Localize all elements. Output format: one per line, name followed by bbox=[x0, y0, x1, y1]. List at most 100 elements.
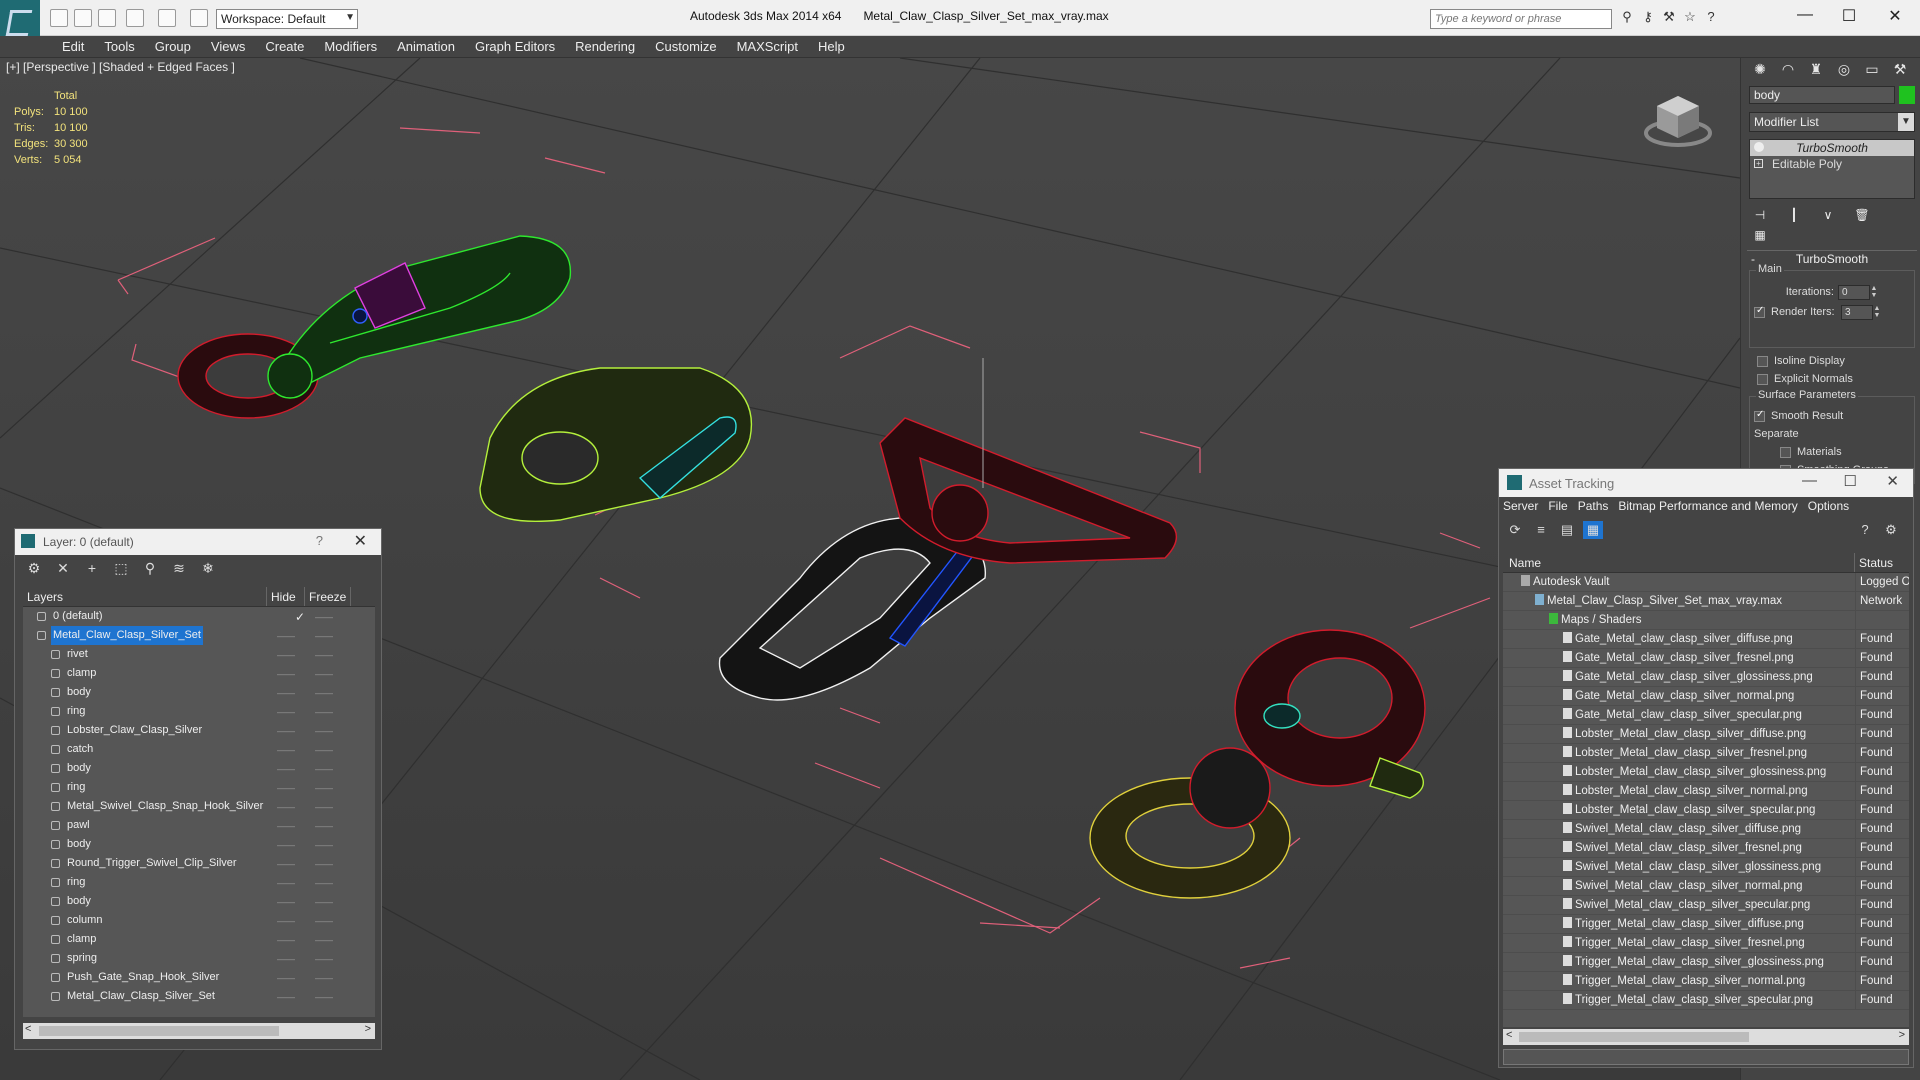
asset-row[interactable]: Autodesk Vault Logged O bbox=[1503, 573, 1909, 592]
hide-toggle[interactable]: —— bbox=[267, 897, 305, 907]
layer-window-titlebar[interactable]: Layer: 0 (default) ? ✕ bbox=[15, 529, 381, 555]
expand-icon[interactable]: + bbox=[1754, 159, 1763, 168]
layer-row[interactable]: Round_Trigger_Swivel_Clip_Silver —— —— bbox=[23, 854, 375, 873]
hide-toggle[interactable]: —— bbox=[267, 631, 305, 641]
minimize-button[interactable]: — bbox=[1790, 6, 1820, 28]
close-icon[interactable]: ✕ bbox=[1886, 472, 1899, 490]
add-layer-icon[interactable]: + bbox=[83, 559, 101, 577]
asset-row[interactable]: Lobster_Metal_claw_clasp_silver_glossine… bbox=[1503, 763, 1909, 782]
display-tab-icon[interactable]: ▭ bbox=[1859, 58, 1885, 80]
asset-row[interactable]: Metal_Claw_Clasp_Silver_Set_max_vray.max… bbox=[1503, 592, 1909, 611]
layer-row[interactable]: body —— —— bbox=[23, 683, 375, 702]
star-icon[interactable]: ☆ bbox=[1681, 9, 1699, 27]
hide-toggle[interactable]: —— bbox=[267, 821, 305, 831]
redo-icon[interactable] bbox=[158, 9, 176, 27]
asset-row[interactable]: Gate_Metal_claw_clasp_silver_specular.pn… bbox=[1503, 706, 1909, 725]
maximize-button[interactable]: ☐ bbox=[1844, 472, 1857, 490]
help-icon[interactable]: ? bbox=[316, 533, 323, 548]
scroll-left-icon[interactable]: < bbox=[25, 1023, 31, 1035]
asset-window-titlebar[interactable]: Asset Tracking — ☐ ✕ bbox=[1499, 469, 1913, 497]
scroll-right-icon[interactable]: > bbox=[1899, 1029, 1905, 1041]
menu-tools[interactable]: Tools bbox=[94, 36, 144, 57]
asset-row[interactable]: Swivel_Metal_claw_clasp_silver_normal.pn… bbox=[1503, 877, 1909, 896]
asset-row[interactable]: Swivel_Metal_claw_clasp_silver_specular.… bbox=[1503, 896, 1909, 915]
hide-toggle[interactable]: —— bbox=[267, 802, 305, 812]
motion-tab-icon[interactable]: ◎ bbox=[1831, 58, 1857, 80]
layer-row[interactable]: clamp —— —— bbox=[23, 930, 375, 949]
freeze-toggle[interactable]: —— bbox=[305, 935, 343, 945]
active-layer-check-icon[interactable]: ✓ bbox=[267, 610, 305, 624]
asset-row[interactable]: Trigger_Metal_claw_clasp_silver_diffuse.… bbox=[1503, 915, 1909, 934]
menu-animation[interactable]: Animation bbox=[387, 36, 465, 57]
close-icon[interactable]: ✕ bbox=[354, 531, 367, 551]
iterations-spinner[interactable]: 0 bbox=[1838, 284, 1870, 300]
asset-row[interactable]: Lobster_Metal_claw_clasp_silver_specular… bbox=[1503, 801, 1909, 820]
utilities-tab-icon[interactable]: ⚒ bbox=[1887, 58, 1913, 80]
create-tab-icon[interactable]: ✺ bbox=[1747, 58, 1773, 80]
scroll-right-icon[interactable]: > bbox=[365, 1023, 371, 1035]
pin-stack-icon[interactable]: ⊣ bbox=[1749, 208, 1771, 228]
layer-row[interactable]: clamp —— —— bbox=[23, 664, 375, 683]
stack-item-editable-poly[interactable]: + Editable Poly bbox=[1750, 156, 1914, 172]
explicit-normals-checkbox[interactable] bbox=[1757, 373, 1768, 385]
hide-toggle[interactable]: —— bbox=[267, 954, 305, 964]
minimize-button[interactable]: — bbox=[1802, 472, 1817, 489]
freeze-toggle[interactable]: —— bbox=[305, 745, 343, 755]
delete-layer-icon[interactable]: ✕ bbox=[54, 559, 72, 577]
menu-edit[interactable]: Edit bbox=[52, 36, 94, 57]
freeze-toggle[interactable]: —— bbox=[305, 707, 343, 717]
asset-row[interactable]: Gate_Metal_claw_clasp_silver_diffuse.png… bbox=[1503, 630, 1909, 649]
layer-row[interactable]: ring —— —— bbox=[23, 873, 375, 892]
binoculars-icon[interactable]: ⚲ bbox=[1618, 9, 1636, 27]
asset-row[interactable]: Swivel_Metal_claw_clasp_silver_diffuse.p… bbox=[1503, 820, 1909, 839]
hide-toggle[interactable]: —— bbox=[267, 745, 305, 755]
maximize-button[interactable]: ☐ bbox=[1834, 6, 1864, 28]
layer-row[interactable]: body —— —— bbox=[23, 892, 375, 911]
freeze-toggle[interactable]: —— bbox=[305, 802, 343, 812]
hide-toggle[interactable]: —— bbox=[267, 650, 305, 660]
freeze-toggle[interactable]: —— bbox=[305, 916, 343, 926]
table-view-icon[interactable]: ▦ bbox=[1583, 521, 1603, 539]
spinner-arrows-icon[interactable]: ▲ ▼ bbox=[1870, 285, 1878, 300]
hide-toggle[interactable]: —— bbox=[267, 935, 305, 945]
menu-rendering[interactable]: Rendering bbox=[565, 36, 645, 57]
freeze-toggle[interactable]: —— bbox=[305, 973, 343, 983]
horizontal-scrollbar[interactable]: < > bbox=[23, 1023, 375, 1039]
hide-toggle[interactable]: —— bbox=[267, 783, 305, 793]
asset-menu-options[interactable]: Options bbox=[1808, 499, 1849, 513]
hide-toggle[interactable]: —— bbox=[267, 707, 305, 717]
menu-views[interactable]: Views bbox=[201, 36, 255, 57]
configure-sets-icon[interactable]: ▦ bbox=[1749, 228, 1771, 248]
make-unique-icon[interactable]: ∨ bbox=[1817, 208, 1839, 228]
close-button[interactable]: ✕ bbox=[1880, 6, 1910, 28]
freeze-toggle[interactable]: —— bbox=[305, 840, 343, 850]
hierarchy-tab-icon[interactable]: ♜ bbox=[1803, 58, 1829, 80]
hide-toggle[interactable]: —— bbox=[267, 878, 305, 888]
workspace-dropdown[interactable]: Workspace: Default ▼ bbox=[216, 9, 358, 29]
freeze-toggle[interactable]: —— bbox=[305, 992, 343, 1002]
menu-create[interactable]: Create bbox=[255, 36, 314, 57]
layer-row[interactable]: 0 (default) ✓ —— bbox=[23, 607, 375, 626]
asset-row[interactable]: Maps / Shaders bbox=[1503, 611, 1909, 630]
viewport-label[interactable]: [+] [Perspective ] [Shaded + Edged Faces… bbox=[6, 60, 235, 74]
menu-modifiers[interactable]: Modifiers bbox=[314, 36, 387, 57]
asset-row[interactable]: Swivel_Metal_claw_clasp_silver_fresnel.p… bbox=[1503, 839, 1909, 858]
asset-row[interactable]: Gate_Metal_claw_clasp_silver_glossiness.… bbox=[1503, 668, 1909, 687]
freeze-toggle[interactable]: —— bbox=[305, 764, 343, 774]
freeze-toggle[interactable]: —— bbox=[305, 859, 343, 869]
hide-toggle[interactable]: —— bbox=[267, 764, 305, 774]
layer-row[interactable]: Push_Gate_Snap_Hook_Silver —— —— bbox=[23, 968, 375, 987]
layer-row[interactable]: body —— —— bbox=[23, 835, 375, 854]
object-name-field[interactable]: body bbox=[1749, 86, 1895, 104]
asset-row[interactable]: Swivel_Metal_claw_clasp_silver_glossines… bbox=[1503, 858, 1909, 877]
new-file-icon[interactable] bbox=[50, 9, 68, 27]
freeze-toggle[interactable]: —— bbox=[305, 954, 343, 964]
layer-row[interactable]: Metal_Claw_Clasp_Silver_Set —— —— bbox=[23, 626, 375, 645]
hide-toggle[interactable]: —— bbox=[267, 916, 305, 926]
menu-maxscript[interactable]: MAXScript bbox=[727, 36, 808, 57]
asset-row[interactable]: Lobster_Metal_claw_clasp_silver_normal.p… bbox=[1503, 782, 1909, 801]
select-objects-icon[interactable]: ⬚ bbox=[112, 559, 130, 577]
hide-toggle[interactable]: —— bbox=[267, 973, 305, 983]
layer-row[interactable]: rivet —— —— bbox=[23, 645, 375, 664]
freeze-toggle[interactable]: —— bbox=[305, 783, 343, 793]
